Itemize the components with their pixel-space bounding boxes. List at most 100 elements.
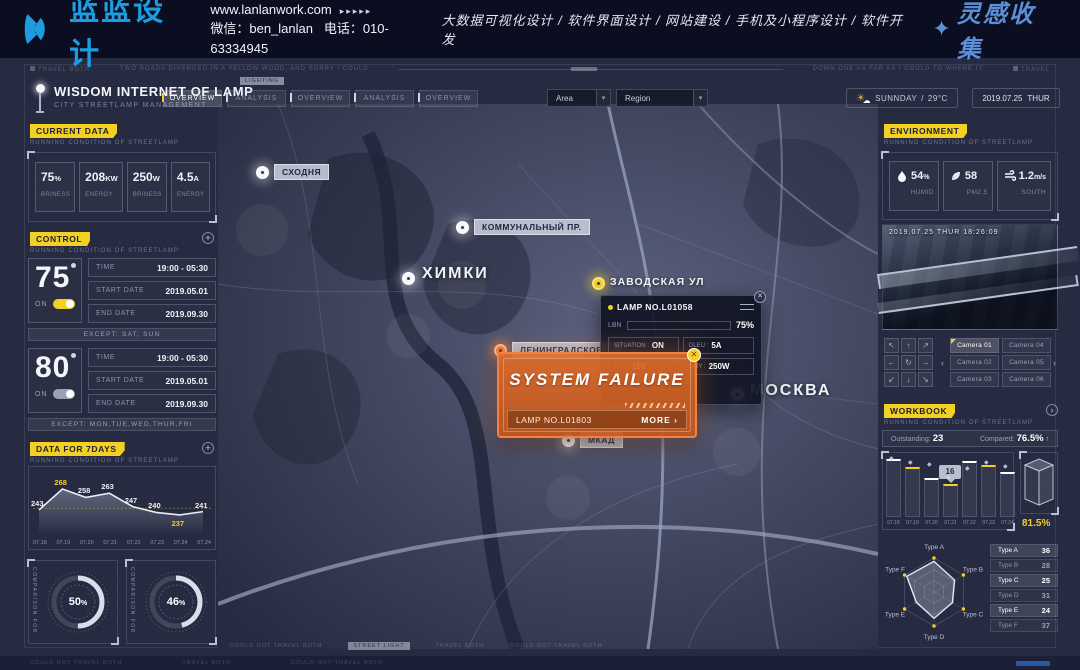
gauge-side-label: COMPARISON FOR (127, 561, 137, 643)
workbook-bar: ◆ (886, 455, 901, 517)
seven-day-chart-panel: 243268258263247240237241 07.1807.19 07.2… (28, 466, 216, 550)
stat-energy-a: 4.5A ENERGY (171, 162, 210, 212)
failure-title: SYSTEM FAILURE (507, 370, 687, 390)
tab-analysis-1[interactable]: ANALYSIS (227, 90, 286, 107)
map-label[interactable]: МОСКВА (750, 382, 831, 400)
status-dot (608, 305, 613, 310)
marker-diamond-icon: ◆ (1003, 463, 1008, 470)
cube-value: 81.5% (1022, 518, 1050, 529)
humidity-stat: 54% HUMID (889, 161, 939, 211)
pan-up-button[interactable]: ↑ (901, 338, 916, 353)
marker-diamond-icon: ◆ (965, 465, 970, 472)
legend-row-type-f[interactable]: Type F37 (990, 619, 1058, 632)
map-label[interactable]: КОММУНАЛЬНЫЙ ПР. (474, 219, 590, 235)
schedule-toggle[interactable] (53, 389, 75, 399)
camera-button-2[interactable]: Camera 02 (950, 355, 999, 370)
system-failure-popup: ✕ SYSTEM FAILURE LAMP NO.L01803 MORE › (497, 352, 697, 438)
camera-list-prev[interactable]: ‹ (941, 358, 944, 368)
region-select[interactable]: Region▾ (616, 89, 708, 107)
pan-down-button[interactable]: ↓ (901, 372, 916, 387)
legend-row-type-e[interactable]: Type E24 (990, 604, 1058, 617)
schedule-toggle[interactable] (53, 299, 75, 309)
brightness-bar[interactable] (627, 321, 731, 330)
radar-chart: Type AType BType CType DType EType F (876, 540, 994, 646)
map-label[interactable]: ЗАВОДСКАЯ УЛ (610, 276, 705, 288)
map-label[interactable]: ХИМКИ (422, 265, 489, 283)
tab-overview-3[interactable]: OVERVIEW (419, 90, 478, 107)
camera-button-1[interactable]: Camera 01 (950, 338, 999, 353)
workbook-bar: ◆ (905, 455, 920, 517)
svg-text:Type F: Type F (885, 567, 905, 574)
legend-row-type-d[interactable]: Type D31 (990, 589, 1058, 602)
stat-briness-w: 250W BRINESS (127, 162, 167, 212)
cube-icon (1021, 453, 1057, 513)
settings-sliders-icon[interactable] (740, 303, 754, 311)
map-label[interactable]: СХОДНЯ (274, 164, 329, 180)
reset-view-button[interactable]: ↻ (901, 355, 916, 370)
except-days-bar: EXCEPT: MON,TUE,WED,THUR,FRI (28, 418, 216, 431)
gauge-side-label: COMPARISON FOR (29, 561, 39, 643)
more-button[interactable]: MORE › (641, 415, 678, 425)
lbn-label: LBN (608, 322, 622, 329)
streetlamp-icon (34, 84, 46, 114)
camera-button-4[interactable]: Camera 04 (1002, 338, 1051, 353)
pan-down-left-button[interactable]: ↙ (884, 372, 899, 387)
panel-subtitle: RUNNING CONDITION OF STREETLAMP (884, 140, 1033, 146)
lamp-pin[interactable] (456, 221, 469, 234)
panel-subtitle: RUNNING CONDITION OF STREETLAMP (884, 420, 1033, 426)
close-icon[interactable]: ✕ (754, 291, 766, 303)
pan-down-right-button[interactable]: ↘ (918, 372, 933, 387)
main-tabs: OVERVIEW ANALYSIS OVERVIEW ANALYSIS OVER… (163, 90, 478, 107)
close-icon[interactable]: ✕ (687, 348, 701, 362)
legend-row-type-c[interactable]: Type C25 (990, 574, 1058, 587)
workbook-bar: ◆ (962, 455, 977, 517)
dashboard: TRAVEL BOTH TWO ROADS DIVERGED IN A YELL… (0, 58, 1080, 656)
svg-text:Type D: Type D (924, 634, 945, 641)
website-link[interactable]: www.lanlanwork.com (210, 2, 331, 17)
workbook-bar: ◆ (1000, 455, 1015, 517)
date-widget: 2019.07.25 THUR (972, 88, 1060, 108)
pan-right-button[interactable]: → (918, 355, 933, 370)
temperature: 29°C (928, 94, 948, 103)
workbook-more-button[interactable]: › (1046, 404, 1058, 416)
legend-row-type-a[interactable]: Type A36 (990, 544, 1058, 557)
current-data-panel: 75% BRINESS 208KW ENERGY 250W BRINESS 4.… (28, 152, 216, 222)
area-select[interactable]: Area▾ (547, 89, 611, 107)
outstanding-count: 23 (933, 433, 944, 444)
inspiration-brand[interactable]: ✦ 灵感收集 (932, 0, 1058, 64)
camera-button-5[interactable]: Camera 05 (1002, 355, 1051, 370)
expand-chart-button[interactable]: + (202, 442, 214, 454)
inspiration-brand-text: 灵感收集 (957, 0, 1058, 64)
workbook-stats-bar: Outstanding:23 Compared:76.5% ↑ (882, 430, 1058, 447)
dashboard-screenshot: 蓝蓝设计 www.lanlanwork.com▸▸▸▸▸ 微信：ben_lanl… (0, 0, 1080, 670)
tab-overview-2[interactable]: OVERVIEW (291, 90, 350, 107)
pan-up-left-button[interactable]: ↖ (884, 338, 899, 353)
workbook-bar: ◆ (981, 455, 996, 517)
except-days-bar: EXCEPT: SAT, SUN (28, 328, 216, 341)
marker-diamond-icon: ◆ (984, 459, 989, 466)
panel-subtitle: RUNNING CONDITION OF STREETLAMP (30, 248, 179, 254)
lamp-pin-alert[interactable] (592, 277, 605, 290)
hazard-stripes (625, 403, 685, 408)
trend-up-icon: ↑ (1046, 436, 1050, 443)
camera-button-6[interactable]: Camera 06 (1002, 372, 1051, 387)
comparison-gauge-2: COMPARISON FOR 46% (126, 560, 216, 644)
camera-button-3[interactable]: Camera 03 (950, 372, 999, 387)
pan-left-button[interactable]: ← (884, 355, 899, 370)
brightness-level-box: 75 ON (28, 258, 82, 323)
pan-up-right-button[interactable]: ↗ (918, 338, 933, 353)
tab-analysis-2[interactable]: ANALYSIS (355, 90, 414, 107)
workbook-bar: ◆16 (943, 455, 958, 517)
add-schedule-button[interactable]: + (202, 232, 214, 244)
legend-row-type-b[interactable]: Type B28 (990, 559, 1058, 572)
stat-energy-kw: 208KW ENERGY (79, 162, 123, 212)
sun-icon: ☀ (856, 93, 865, 104)
camera-feed-image[interactable]: 2019.07.25 THUR 18:26:09 (882, 224, 1058, 330)
lamp-pin[interactable] (256, 166, 269, 179)
schedule-block-1: 75 ON TIME19:00 - 05:30 START DATE2019.0… (28, 258, 216, 323)
camera-list-next[interactable]: › (1053, 358, 1056, 368)
panel-tag-current-data: CURRENT DATA (30, 124, 117, 138)
tab-overview-1[interactable]: OVERVIEW (163, 90, 222, 107)
marker-diamond-icon: ◆ (927, 461, 932, 468)
lamp-pin[interactable] (402, 272, 415, 285)
